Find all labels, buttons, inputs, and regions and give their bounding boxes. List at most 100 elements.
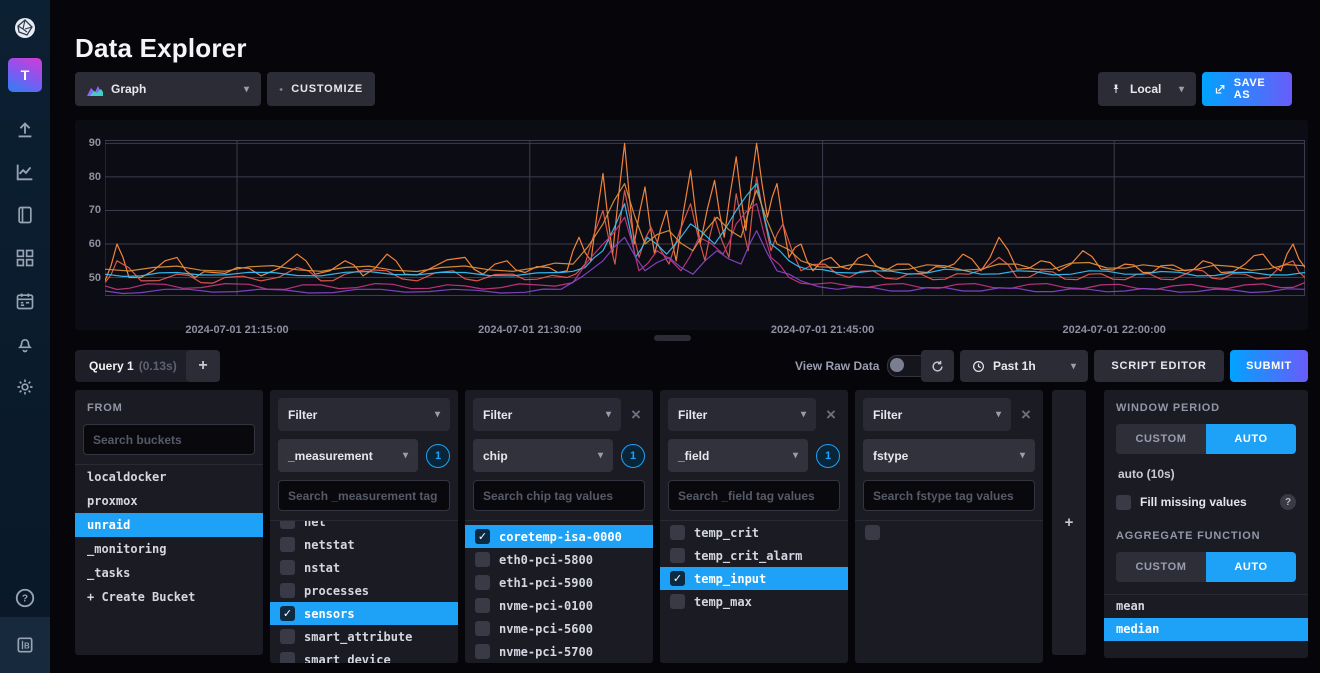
tag-value-row[interactable]: ✓ temp_input: [660, 567, 848, 590]
checkbox-unchecked[interactable]: [280, 652, 295, 663]
checkbox-unchecked[interactable]: [475, 575, 490, 590]
tag-value-row[interactable]: nvme-pci-5600: [465, 617, 653, 640]
close-filter-icon[interactable]: ×: [627, 406, 645, 424]
checkbox-unchecked[interactable]: [475, 621, 490, 636]
filter-type-dropdown[interactable]: Filter▾: [278, 398, 450, 431]
bucket-list-item[interactable]: proxmox: [75, 489, 263, 513]
bucket-list-item[interactable]: _tasks: [75, 561, 263, 585]
tag-value-row[interactable]: nvme-pci-0100: [465, 594, 653, 617]
checkbox-unchecked[interactable]: [280, 560, 295, 575]
checkbox-unchecked[interactable]: [280, 537, 295, 552]
bucket-list-item[interactable]: + Create Bucket: [75, 585, 263, 609]
checkbox-unchecked[interactable]: [670, 594, 685, 609]
sidebar-item-help[interactable]: ?: [0, 578, 50, 618]
filter-type-dropdown[interactable]: Filter▾: [473, 398, 621, 431]
checkbox-unchecked[interactable]: [475, 598, 490, 613]
tag-value-label: temp_input: [694, 572, 766, 586]
org-avatar[interactable]: T: [8, 58, 42, 92]
tag-key-dropdown[interactable]: fstype▾: [863, 439, 1035, 472]
time-series-chart[interactable]: 50607080902024-07-01 21:15:002024-07-01 …: [105, 140, 1305, 296]
sidebar-item-alerts[interactable]: [0, 324, 50, 364]
influxdb-logo[interactable]: [0, 8, 50, 48]
bucket-list-item[interactable]: localdocker: [75, 465, 263, 489]
tag-value-search-input[interactable]: [278, 480, 450, 511]
script-editor-button[interactable]: SCRIPT EDITOR: [1094, 350, 1224, 382]
tag-key-label: _field: [678, 449, 709, 463]
sidebar-item-dashboards[interactable]: [0, 238, 50, 278]
tag-value-search-input[interactable]: [473, 480, 645, 511]
window-period-mode-toggle: CUSTOM AUTO: [1116, 424, 1296, 454]
tag-value-row[interactable]: nstat: [270, 556, 458, 579]
filter-type-dropdown[interactable]: Filter▾: [863, 398, 1011, 431]
tag-value-row[interactable]: smart_attribute: [270, 625, 458, 648]
aggregate-function-list: meanmedian: [1104, 594, 1308, 641]
tag-value-search-input[interactable]: [668, 480, 840, 511]
tag-value-search-input[interactable]: [863, 480, 1035, 511]
add-filter-button[interactable]: +: [1052, 390, 1086, 655]
resize-drag-handle[interactable]: [654, 335, 691, 341]
window-auto-option[interactable]: AUTO: [1206, 424, 1296, 454]
tag-value-label: temp_max: [694, 595, 752, 609]
tag-key-dropdown[interactable]: _measurement▾: [278, 439, 418, 472]
tag-value-row[interactable]: processes: [270, 579, 458, 602]
checkbox-unchecked[interactable]: [670, 548, 685, 563]
tag-value-row[interactable]: eth1-pci-5900: [465, 571, 653, 594]
add-query-button[interactable]: +: [186, 350, 220, 382]
tag-value-row[interactable]: eth0-pci-5800: [465, 548, 653, 571]
sidebar-item-tasks[interactable]: [0, 281, 50, 321]
bucket-list-item[interactable]: unraid: [75, 513, 263, 537]
checkbox-checked[interactable]: ✓: [670, 571, 685, 586]
window-custom-option[interactable]: CUSTOM: [1116, 424, 1206, 454]
checkbox-unchecked[interactable]: [475, 520, 490, 521]
tag-value-row[interactable]: net: [270, 520, 458, 533]
tag-value-row[interactable]: netstat: [270, 533, 458, 556]
sidebar-item-data-explorer[interactable]: [0, 152, 50, 192]
bucket-search-input[interactable]: [83, 424, 255, 455]
close-filter-icon[interactable]: ×: [822, 406, 840, 424]
tag-value-row[interactable]: nvme-pci-5700: [465, 640, 653, 663]
sidebar-item-upload[interactable]: [0, 110, 50, 150]
refresh-button[interactable]: [921, 350, 954, 382]
aggregate-custom-option[interactable]: CUSTOM: [1116, 552, 1206, 582]
tag-key-dropdown[interactable]: _field▾: [668, 439, 808, 472]
customize-button[interactable]: CUSTOMIZE: [267, 72, 375, 106]
query-tab[interactable]: Query 1 (0.13s): [75, 350, 191, 382]
alerts-bell-icon: [15, 334, 35, 354]
checkbox-unchecked[interactable]: [280, 583, 295, 598]
selected-count-badge: 1: [816, 444, 840, 468]
checkbox-unchecked[interactable]: [475, 644, 490, 659]
help-question-icon[interactable]: ?: [1280, 494, 1296, 510]
checkbox-unchecked[interactable]: [865, 525, 880, 540]
sidebar-item-feedback[interactable]: B: [0, 625, 50, 665]
x-axis-tick-label: 2024-07-01 21:30:00: [478, 324, 581, 336]
checkbox-unchecked[interactable]: [280, 629, 295, 644]
scope-dropdown[interactable]: Local ▾: [1098, 72, 1196, 106]
tag-value-row[interactable]: smart_device: [270, 648, 458, 663]
tag-value-row[interactable]: temp_crit_alarm: [660, 544, 848, 567]
checkbox-unchecked[interactable]: [280, 520, 295, 529]
fill-missing-values-checkbox[interactable]: [1116, 495, 1131, 510]
filter-type-dropdown[interactable]: Filter▾: [668, 398, 816, 431]
bucket-list-item[interactable]: _monitoring: [75, 537, 263, 561]
aggregate-function-item[interactable]: mean: [1104, 595, 1308, 618]
tag-key-dropdown[interactable]: chip▾: [473, 439, 613, 472]
tag-value-row[interactable]: ✓sensors: [270, 602, 458, 625]
save-as-button[interactable]: SAVE AS: [1202, 72, 1292, 106]
aggregate-auto-option[interactable]: AUTO: [1206, 552, 1296, 582]
aggregate-function-item[interactable]: median: [1104, 618, 1308, 641]
checkbox-checked[interactable]: ✓: [280, 606, 295, 621]
tag-value-row[interactable]: [855, 521, 1043, 544]
sidebar-item-settings[interactable]: [0, 367, 50, 407]
view-type-dropdown[interactable]: Graph ▾: [75, 72, 261, 106]
checkbox-unchecked[interactable]: [475, 552, 490, 567]
checkbox-checked[interactable]: ✓: [475, 529, 490, 544]
time-range-dropdown[interactable]: Past 1h ▾: [960, 350, 1088, 382]
checkbox-unchecked[interactable]: [670, 525, 685, 540]
x-axis-tick-label: 2024-07-01 21:15:00: [185, 324, 288, 336]
submit-button[interactable]: SUBMIT: [1230, 350, 1308, 382]
close-filter-icon[interactable]: ×: [1017, 406, 1035, 424]
tag-value-row[interactable]: temp_crit: [660, 521, 848, 544]
tag-value-row[interactable]: temp_max: [660, 590, 848, 613]
sidebar-item-notebooks[interactable]: [0, 195, 50, 235]
tag-value-row[interactable]: ✓coretemp-isa-0000: [465, 525, 653, 548]
